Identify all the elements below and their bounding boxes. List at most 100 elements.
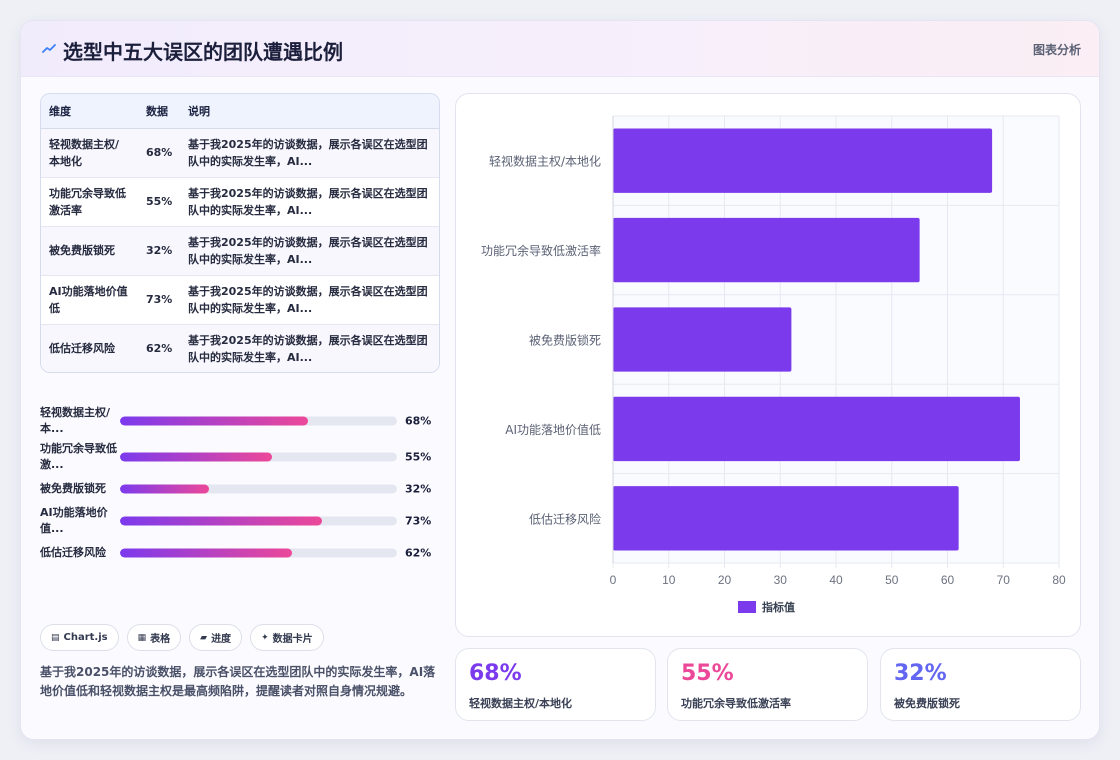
progress-label: 功能冗余导致低激...: [40, 442, 117, 471]
bar-chart: 0 10 20 30 40 50 60 70 80 轻视数据主权/本地化功能冗余导致低激活率被免费…: [481, 115, 1066, 614]
progress-fill: [120, 484, 209, 494]
row-description-text: 基于我2025年的访谈数据，展示各误区在选型团队中的实际发生率，AI...: [188, 137, 428, 168]
tag-list: ▤ Chart.js ▦ 表格 ▰ 进度 ✦ 数据卡片: [40, 624, 324, 651]
chip-label: 表格: [150, 634, 171, 645]
chip-label: 数据卡片: [272, 634, 313, 645]
progress-value: 55%: [405, 450, 432, 464]
row-description-text: 基于我2025年的访谈数据，展示各误区在选型团队中的实际发生率，AI...: [188, 333, 428, 364]
bar: [613, 307, 792, 372]
progress-label: 被免费版锁死: [40, 482, 106, 495]
stat-value: 55%: [681, 661, 734, 686]
progress-value: 62%: [405, 546, 432, 560]
x-tick-label: 70: [997, 573, 1011, 587]
chip-progress[interactable]: ▰ 进度: [189, 624, 243, 651]
bar: [613, 396, 1020, 462]
bar: [613, 486, 959, 551]
progress-icon: ▰: [200, 632, 208, 643]
stat-label: 轻视数据主权/本地化: [469, 697, 573, 710]
bar: [613, 217, 920, 283]
chip-label: Chart.js: [63, 632, 108, 643]
progress-fill: [120, 548, 292, 558]
y-category-label: 轻视数据主权/本地化: [489, 154, 601, 169]
progress-fill: [120, 516, 323, 526]
stat-label: 被免费版锁死: [894, 697, 960, 710]
x-tick-label: 10: [662, 573, 676, 587]
stat-label: 功能冗余导致低激活率: [681, 697, 791, 710]
row-value: 73%: [138, 275, 180, 325]
row-name: 低估迁移风险: [41, 324, 138, 372]
progress-label: AI功能落地价值...: [40, 506, 108, 535]
x-tick-label: 60: [941, 573, 955, 587]
row-name: 轻视数据主权/本地化: [41, 128, 138, 178]
bar-chart-panel: 0 10 20 30 40 50 60 70 80 轻视数据主权/本地化 功能冗余导致低激活率 被免费…: [455, 93, 1081, 637]
legend-swatch: [738, 601, 756, 613]
progress-track: [120, 416, 397, 426]
table-row: 轻视数据主权/本地化 68% 基于我2025年的访谈数据，展示各误区在选型团队中…: [41, 128, 439, 178]
page-title: 选型中五大误区的团队遭遇比例: [63, 40, 343, 64]
dashboard-card: 选型中五大误区的团队遭遇比例 图表分析 维度 数据 说明 轻视数据主权/本地化 …: [20, 20, 1100, 740]
row-value: 62%: [138, 324, 180, 372]
progress-value: 73%: [405, 514, 432, 528]
table-row: 功能冗余导致低激活率 55% 基于我2025年的访谈数据，展示各误区在选型团队中…: [41, 177, 439, 227]
y-category-label: 被免费版锁死: [529, 333, 601, 348]
column-header-data: 数据: [138, 94, 180, 129]
column-header-description: 说明: [180, 94, 439, 129]
row-description: 基于我2025年的访谈数据，展示各误区在选型团队中的实际发生率，AI...: [180, 128, 439, 178]
y-category-label: 低估迁移风险: [529, 511, 601, 526]
stat-card: 32% 被免费版锁死: [880, 648, 1081, 721]
progress-row: 被免费版锁死 32%: [40, 475, 450, 503]
row-description-text: 基于我2025年的访谈数据，展示各误区在选型团队中的实际发生率，AI...: [188, 186, 428, 217]
chip-chartjs[interactable]: ▤ Chart.js: [40, 624, 119, 651]
chip-label: 进度: [211, 634, 232, 645]
row-value: 55%: [138, 177, 180, 227]
column-header-dimension: 维度: [41, 94, 138, 129]
row-description: 基于我2025年的访谈数据，展示各误区在选型团队中的实际发生率，AI...: [180, 324, 439, 372]
stat-value: 32%: [894, 661, 947, 686]
table-row: 低估迁移风险 62% 基于我2025年的访谈数据，展示各误区在选型团队中的实际发…: [41, 324, 439, 372]
x-tick-label: 30: [774, 573, 788, 587]
row-description: 基于我2025年的访谈数据，展示各误区在选型团队中的实际发生率，AI...: [180, 226, 439, 276]
row-description-text: 基于我2025年的访谈数据，展示各误区在选型团队中的实际发生率，AI...: [188, 235, 428, 266]
table-row: 被免费版锁死 32% 基于我2025年的访谈数据，展示各误区在选型团队中的实际发…: [41, 226, 439, 276]
progress-value: 32%: [405, 482, 432, 496]
progress-track: [120, 516, 397, 526]
row-name: 被免费版锁死: [41, 226, 138, 276]
progress-row: 轻视数据主权/本... 68%: [40, 403, 450, 439]
y-category-label: 功能冗余导致低激活率: [481, 243, 601, 258]
progress-label: 低估迁移风险: [40, 546, 106, 559]
x-tick-label: 80: [1052, 573, 1066, 587]
row-description-text: 基于我2025年的访谈数据，展示各误区在选型团队中的实际发生率，AI...: [188, 284, 428, 315]
x-tick-label: 20: [718, 573, 732, 587]
chart-trend-icon: [42, 44, 56, 53]
chip-table[interactable]: ▦ 表格: [126, 624, 182, 651]
progress-track: [120, 548, 397, 558]
row-description: 基于我2025年的访谈数据，展示各误区在选型团队中的实际发生率，AI...: [180, 177, 439, 227]
progress-label: 轻视数据主权/本...: [40, 406, 111, 435]
summary-text: 基于我2025年的访谈数据，展示各误区在选型团队中的实际发生率，AI落地价值低和…: [40, 665, 436, 698]
bar: [613, 128, 993, 193]
progress-row: 低估迁移风险 62%: [40, 539, 450, 567]
stat-value: 68%: [469, 661, 522, 686]
progress-track: [120, 484, 397, 494]
x-tick-label: 50: [885, 573, 899, 587]
progress-track: [120, 452, 397, 462]
table-row: AI功能落地价值低 73% 基于我2025年的访谈数据，展示各误区在选型团队中的…: [41, 275, 439, 325]
progress-value: 68%: [405, 414, 432, 428]
progress-list: 轻视数据主权/本... 68% 功能冗余导致低激... 55% 被免费版锁死 3…: [40, 403, 450, 567]
bar-chart-icon: ▤: [51, 632, 60, 643]
row-name: 功能冗余导致低激活率: [41, 177, 138, 227]
legend-label: 指标值: [762, 600, 795, 614]
row-value: 32%: [138, 226, 180, 276]
table-icon: ▦: [137, 632, 147, 643]
data-table: 维度 数据 说明 轻视数据主权/本地化 68% 基于我2025年的访谈数据，展示…: [40, 93, 440, 373]
y-category-label: AI功能落地价值低: [505, 422, 601, 437]
progress-row: 功能冗余导致低激... 55%: [40, 439, 450, 475]
chip-data-cards[interactable]: ✦ 数据卡片: [250, 624, 324, 651]
progress-row: AI功能落地价值... 73%: [40, 503, 450, 539]
header: 选型中五大误区的团队遭遇比例 图表分析: [21, 21, 1099, 77]
x-tick-label: 0: [610, 573, 617, 587]
chart-analysis-label: 图表分析: [1032, 43, 1081, 57]
sparkle-icon: ✦: [261, 632, 269, 643]
progress-fill: [120, 416, 309, 426]
stat-card: 55% 功能冗余导致低激活率: [667, 648, 868, 721]
